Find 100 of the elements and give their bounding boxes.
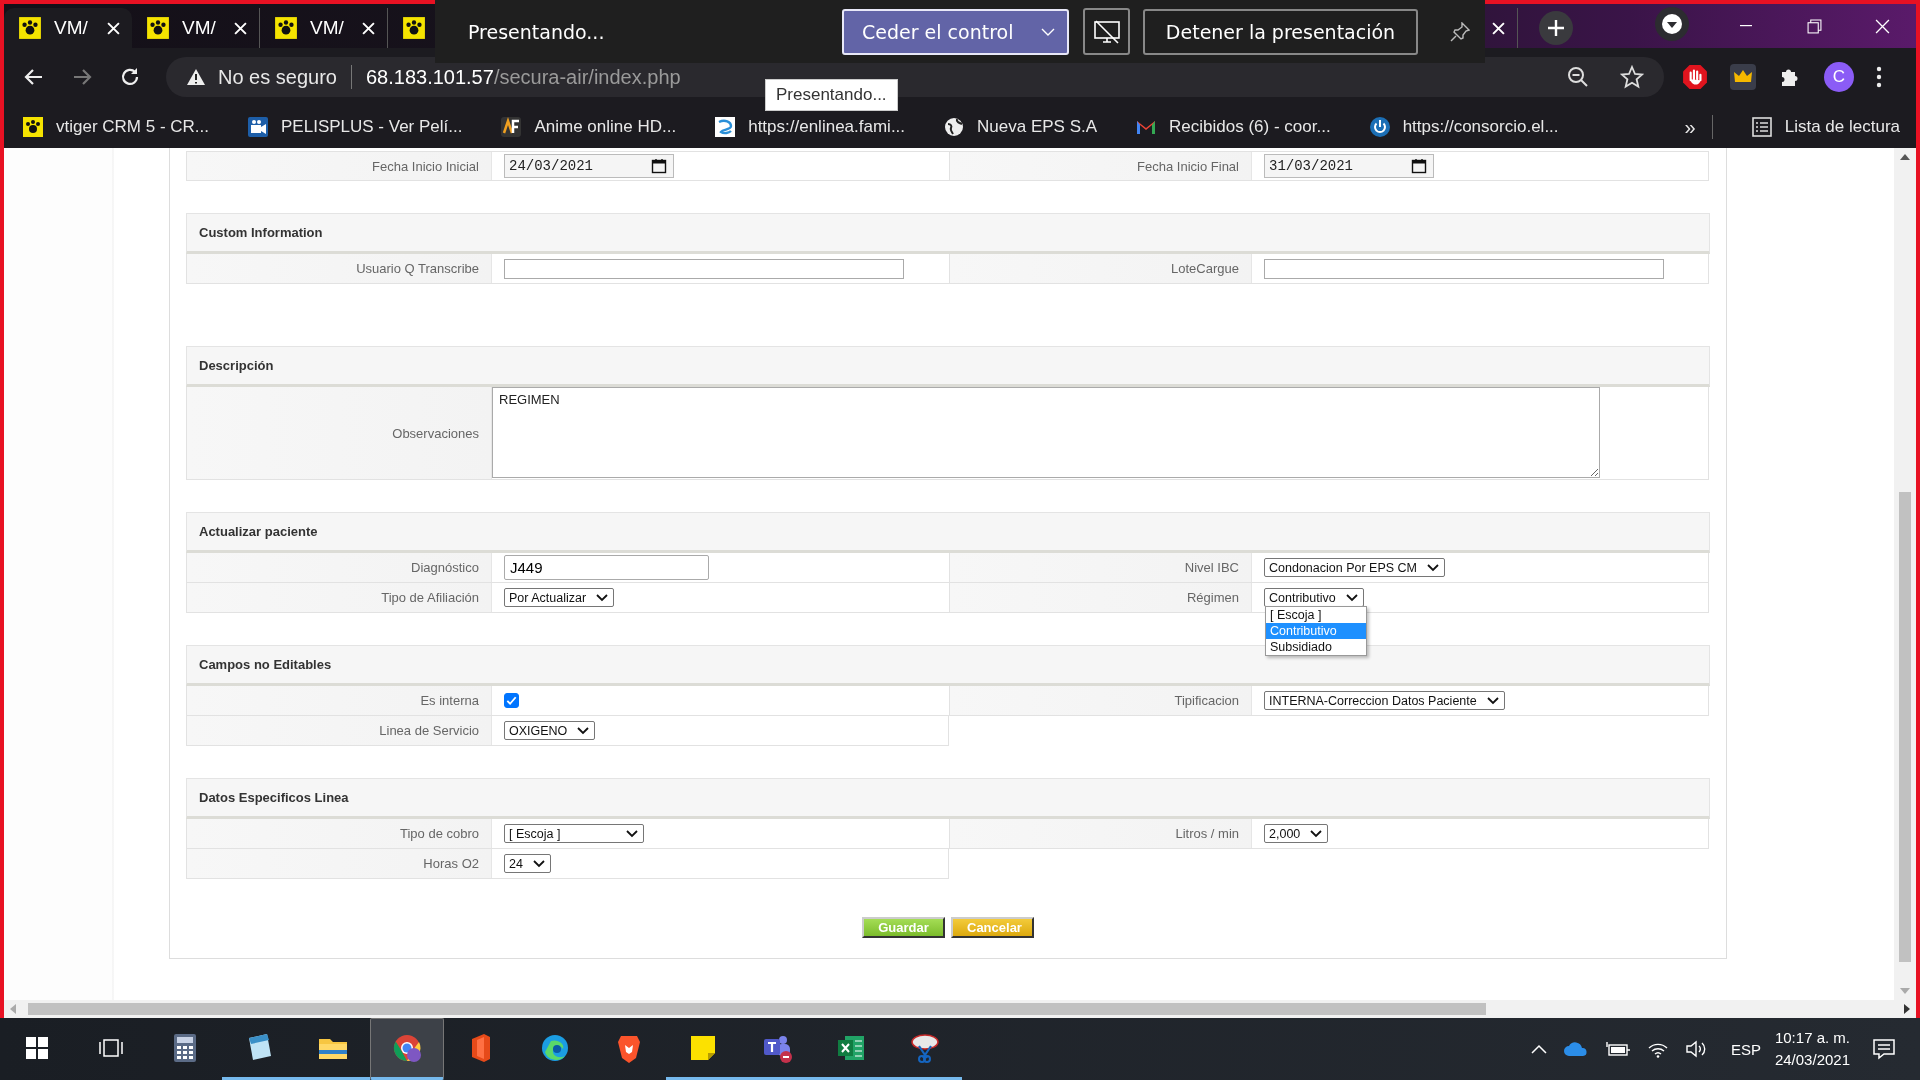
field-label: Litros / min (949, 819, 1252, 848)
chevron-down-icon (577, 726, 590, 735)
field-label: Observaciones (187, 387, 492, 479)
section-title: Campos no Editables (199, 657, 332, 672)
dropdown[interactable]: [ Escoja ] (504, 824, 644, 843)
field-label: Usuario Q Transcribe (187, 254, 492, 283)
bookmark[interactable]: https://enlinea.fami... (714, 116, 906, 138)
power-icon (1368, 116, 1391, 138)
chevron-down-icon (1041, 27, 1055, 36)
bookmark[interactable]: vtiger CRM 5 - CR... (22, 116, 210, 138)
stop-presenting-button[interactable]: Detener la presentación (1143, 8, 1418, 55)
battery-icon[interactable] (1604, 1040, 1631, 1058)
section-title: Datos Especificos Linea (199, 790, 349, 805)
text-field[interactable] (1264, 258, 1664, 279)
date-field[interactable]: 31/03/2021 (1264, 154, 1434, 178)
task-view-icon (99, 1036, 123, 1059)
date-field[interactable]: 24/03/2021 (504, 154, 674, 178)
presenting-status: Presentando... (468, 20, 606, 43)
dropdown[interactable]: OXIGENO (504, 721, 596, 740)
checkbox[interactable] (504, 693, 519, 708)
section-title: Actualizar paciente (199, 524, 318, 539)
windows-icon (26, 1036, 48, 1059)
warning-icon (186, 68, 206, 86)
chevron-down-icon (596, 593, 609, 602)
url-text: 68.183.101.57/secura-air/index.php (365, 65, 681, 89)
date-text: 24/03/2021 (1774, 1050, 1850, 1070)
vertical-scrollbar[interactable] (1894, 148, 1916, 1000)
dropdown[interactable]: 24 (504, 854, 551, 873)
logo-icon (500, 116, 523, 138)
chevron-down-icon (1345, 593, 1358, 602)
field-label: Es interna (187, 686, 492, 715)
dropdown-option[interactable]: [ Escoja ] (1266, 607, 1366, 623)
dropdown[interactable]: Condonacion Por EPS CM (1264, 558, 1445, 577)
text-field[interactable]: J449 (504, 555, 709, 580)
field-label: Nivel IBC (949, 553, 1252, 582)
dropdown-icon[interactable] (1654, 6, 1690, 42)
paw-icon (402, 16, 426, 40)
language-indicator[interactable]: ESP (1730, 1040, 1761, 1058)
paw-icon (22, 116, 44, 138)
horizontal-scrollbar[interactable] (4, 1000, 1916, 1018)
camera-icon (247, 116, 270, 138)
bookmark[interactable]: Anime online HD... (500, 116, 677, 138)
notification-icon[interactable] (1872, 1038, 1896, 1060)
stop-sharing-button[interactable] (1083, 8, 1130, 55)
scroll-up-icon[interactable] (1900, 154, 1910, 160)
crown-icon[interactable] (1730, 64, 1756, 90)
dropdown[interactable]: Por Actualizar (504, 588, 615, 607)
zoom-out-icon[interactable] (1566, 65, 1590, 89)
field-label: Fecha Inicio Inicial (187, 152, 492, 180)
restore-icon (1806, 18, 1822, 34)
chevron-down-icon (532, 859, 545, 868)
text-field[interactable] (504, 258, 904, 279)
chevron-down-icon (1310, 829, 1323, 838)
close-icon[interactable] (1492, 21, 1505, 35)
give-control-button[interactable]: Ceder el control (842, 8, 1069, 55)
dropdown-option[interactable]: Subsidiado (1266, 639, 1366, 655)
browser-tab[interactable]: VM/ (4, 8, 132, 48)
paw-icon (18, 16, 42, 40)
paw-icon (146, 16, 170, 40)
section-title: Descripción (199, 358, 274, 373)
security-label: No es seguro (218, 65, 337, 89)
globe-icon (943, 116, 966, 138)
close-icon[interactable] (234, 21, 247, 35)
field-label: Régimen (949, 583, 1252, 612)
dropdown[interactable]: INTERNA-Correccion Datos Paciente (1264, 691, 1505, 710)
calendar-icon[interactable] (1411, 158, 1427, 174)
time-text: 10:17 a. m. (1774, 1028, 1850, 1048)
observations-field[interactable]: REGIMEN (492, 387, 1600, 478)
stop-hand-icon[interactable] (1682, 64, 1708, 90)
chevron-down-icon (626, 829, 638, 838)
reading-list-button[interactable]: Lista de lectura (1750, 116, 1900, 138)
close-icon[interactable] (362, 21, 375, 35)
bookmark[interactable]: Nueva EPS S.A (943, 116, 1098, 138)
section-title: Custom Information (199, 225, 323, 240)
bookmark[interactable]: Recibidos (6) - coor... (1135, 116, 1331, 138)
chevron-up-icon[interactable] (1530, 1044, 1547, 1054)
swirl-icon (714, 116, 737, 138)
bookmark[interactable]: https://consorcio.el... (1368, 116, 1559, 138)
profile-avatar[interactable]: C (1824, 62, 1854, 92)
chevron-down-icon (1427, 563, 1439, 572)
calendar-icon[interactable] (651, 158, 667, 174)
close-icon (1874, 18, 1890, 34)
pin-icon[interactable] (1450, 21, 1470, 42)
tooltip: Presentando... (765, 79, 898, 111)
dropdown[interactable]: Contributivo (1264, 588, 1364, 607)
dropdown[interactable]: 2,000 (1264, 824, 1329, 843)
paw-icon (274, 16, 298, 40)
star-icon[interactable] (1620, 65, 1644, 89)
bookmark[interactable]: PELISPLUS - Ver Pelí... (247, 116, 463, 138)
cloud-icon[interactable] (1562, 1041, 1589, 1057)
chevron-down-icon (1486, 696, 1499, 705)
menu-icon[interactable] (1876, 65, 1882, 89)
plus-icon[interactable] (1538, 10, 1574, 46)
field-label: LoteCargue (949, 254, 1252, 283)
close-icon[interactable] (107, 21, 120, 35)
more-bookmarks-button[interactable]: » (1684, 115, 1696, 139)
scroll-right-icon[interactable] (1904, 1004, 1910, 1014)
list-icon (1750, 116, 1773, 138)
field-label: Horas O2 (187, 849, 492, 878)
clock[interactable]: 10:17 a. m. 24/03/2021 (1774, 1027, 1850, 1071)
